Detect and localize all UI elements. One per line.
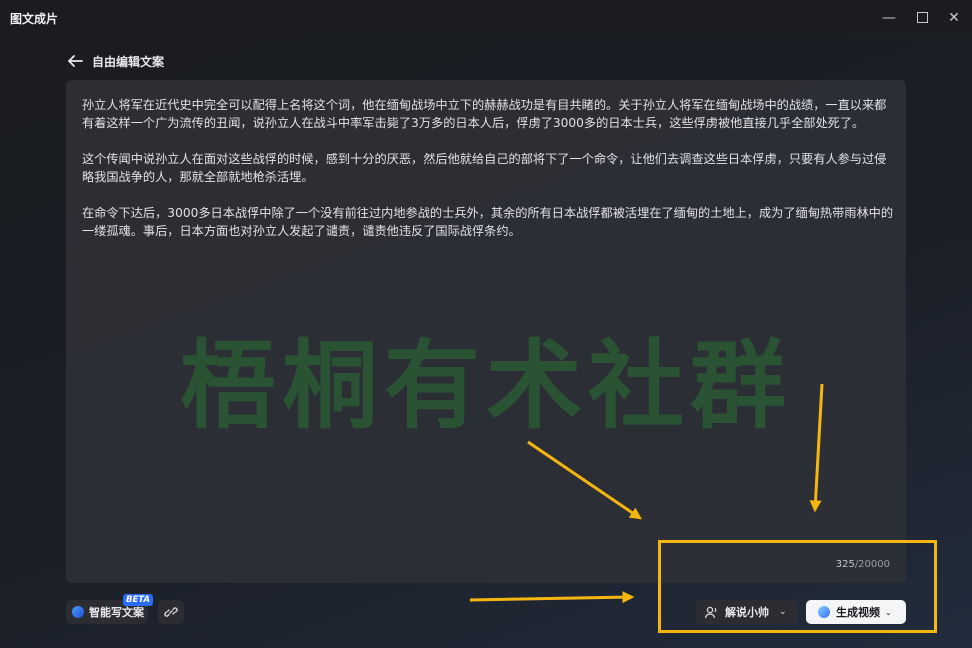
- ai-write-label: 智能写文案: [89, 606, 144, 619]
- close-icon[interactable]: ✕: [943, 7, 965, 29]
- link-button[interactable]: [158, 600, 184, 624]
- generate-video-label: 生成视频: [836, 606, 880, 619]
- minimize-icon[interactable]: —: [878, 7, 900, 29]
- app-title: 图文成片: [10, 12, 59, 26]
- arrow-left-icon: [68, 55, 83, 67]
- ai-write-icon: [72, 606, 84, 618]
- beta-badge: BETA: [123, 594, 154, 606]
- paragraph: 这个传闻中说孙立人在面对这些战俘的时候，感到十分的厌恶，然后他就给自己的部将下了…: [82, 152, 887, 184]
- title-bar: 图文成片 — ✕: [0, 0, 972, 36]
- char-counter: 325/20000: [836, 559, 890, 570]
- chevron-down-icon: ⌄: [885, 607, 892, 617]
- maximize-icon[interactable]: [911, 7, 933, 29]
- voice-person-icon: [704, 606, 717, 619]
- paragraph: 在命令下达后，3000多日本战俘中除了一个没有前往过内地参战的士兵外，其余的所有…: [82, 206, 894, 238]
- back-button[interactable]: 自由编辑文案: [66, 52, 164, 70]
- narrator-select[interactable]: 解说小帅 ⌄: [696, 600, 798, 624]
- watermark: 梧桐有术社群: [180, 329, 792, 442]
- page-title: 自由编辑文案: [92, 54, 165, 69]
- paragraph: 孙立人将军在近代史中完全可以配得上名将这个词，他在缅甸战场中立下的赫赫战功是有目…: [82, 98, 887, 130]
- char-limit: /20000: [854, 559, 890, 570]
- script-text[interactable]: 孙立人将军在近代史中完全可以配得上名将这个词，他在缅甸战场中立下的赫赫战功是有目…: [82, 96, 894, 258]
- narrator-label: 解说小帅: [725, 606, 769, 619]
- script-editor[interactable]: 孙立人将军在近代史中完全可以配得上名将这个词，他在缅甸战场中立下的赫赫战功是有目…: [66, 80, 906, 583]
- link-icon: [164, 607, 178, 617]
- generate-video-icon: [818, 606, 830, 618]
- generate-video-button[interactable]: 生成视频 ⌄: [806, 600, 906, 624]
- chevron-down-icon: ⌄: [779, 607, 787, 617]
- char-count: 325: [835, 559, 855, 570]
